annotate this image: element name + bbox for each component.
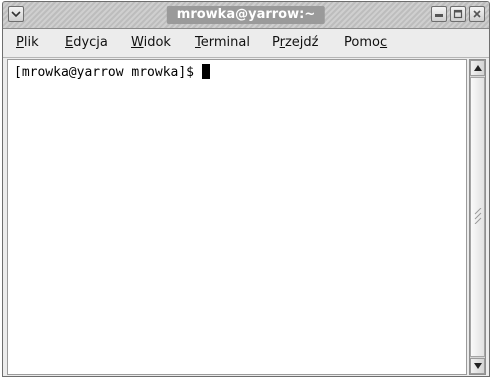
scrollbar-thumb[interactable] xyxy=(470,77,485,357)
maximize-icon xyxy=(453,9,463,19)
terminal-prompt-line: [mrowka@yarrow mrowka]$ xyxy=(14,64,211,81)
terminal-prompt: [mrowka@yarrow mrowka]$ xyxy=(14,65,195,80)
chevron-down-icon xyxy=(11,11,21,18)
window-menu-button[interactable] xyxy=(8,6,24,22)
menu-przejdz[interactable]: Przejdź xyxy=(272,35,319,51)
scroll-down-button[interactable] xyxy=(470,358,485,374)
minimize-icon xyxy=(435,14,443,17)
close-icon xyxy=(473,10,481,18)
text-cursor xyxy=(202,64,211,79)
arrow-up-icon xyxy=(474,65,482,71)
menu-edycja[interactable]: Edycja xyxy=(65,35,108,51)
menu-plik[interactable]: Plik xyxy=(16,35,39,51)
menu-pomoc[interactable]: Pomoc xyxy=(344,35,387,51)
menu-widok[interactable]: Widok xyxy=(131,35,171,51)
grip-icon xyxy=(474,208,482,224)
title-bar[interactable]: mrowka@yarrow:~ xyxy=(3,2,489,29)
arrow-down-icon xyxy=(474,363,482,369)
scroll-up-button[interactable] xyxy=(470,60,485,76)
maximize-button[interactable] xyxy=(450,6,466,22)
close-button[interactable] xyxy=(469,6,485,22)
window-title-text: mrowka@yarrow:~ xyxy=(176,7,316,22)
menu-terminal[interactable]: Terminal xyxy=(195,35,250,51)
terminal-output[interactable]: [mrowka@yarrow mrowka]$ xyxy=(7,59,467,375)
window-title: mrowka@yarrow:~ xyxy=(166,6,326,24)
menu-bar: Plik Edycja Widok Terminal Przejdź Pomoc xyxy=(3,29,489,58)
minimize-button[interactable] xyxy=(431,6,447,22)
terminal-window: mrowka@yarrow:~ Plik Edycja Widok Termin… xyxy=(2,1,490,377)
vertical-scrollbar[interactable] xyxy=(469,59,486,375)
